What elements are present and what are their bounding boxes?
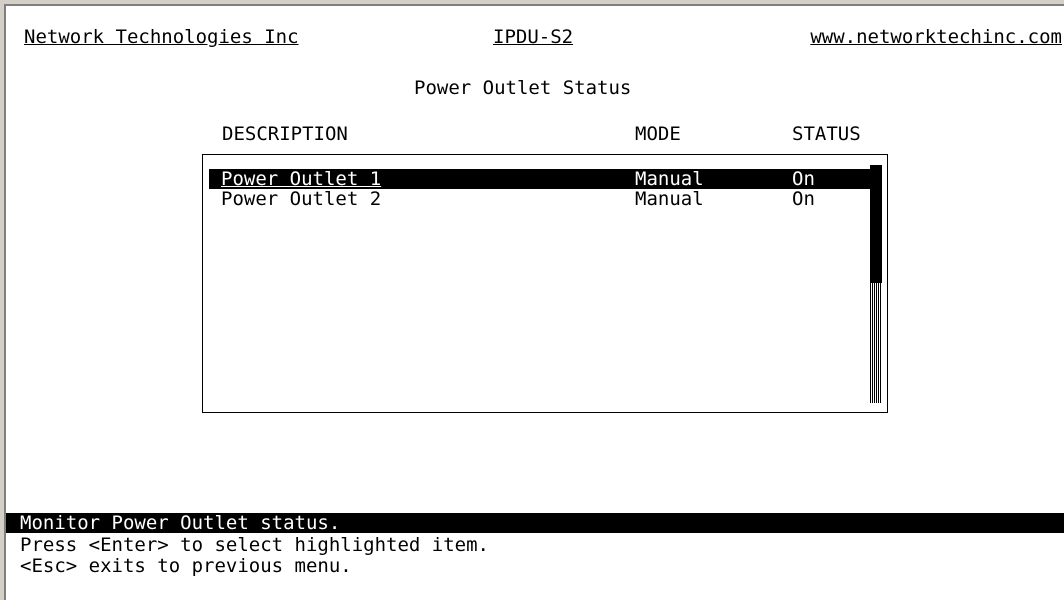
website-link: www.networktechinc.com [810, 26, 1062, 48]
scrollbar-thumb[interactable] [870, 165, 882, 283]
outlet-description: Power Outlet 1 [221, 168, 382, 190]
company-name: Network Technologies Inc [24, 26, 299, 48]
page-title: Power Outlet Status [414, 77, 632, 99]
outlet-status: On [792, 188, 815, 210]
help-enter-text: Press <Enter> to select highlighted item… [20, 534, 489, 556]
outlet-mode: Manual [635, 168, 704, 190]
terminal-screen: Network Technologies Inc IPDU-S2 www.net… [6, 6, 1064, 600]
outlet-list[interactable]: Power Outlet 1 Manual On Power Outlet 2 … [202, 154, 888, 413]
outlet-mode: Manual [635, 188, 704, 210]
terminal-window: Network Technologies Inc IPDU-S2 www.net… [4, 4, 1064, 600]
status-message: Monitor Power Outlet status. [20, 512, 341, 534]
column-header-mode: MODE [635, 123, 681, 145]
help-esc-text: <Esc> exits to previous menu. [20, 555, 352, 577]
status-bar: Monitor Power Outlet status. [6, 513, 1064, 533]
column-header-status: STATUS [792, 123, 861, 145]
outlet-row-1[interactable]: Power Outlet 1 Manual On [209, 169, 876, 189]
column-header-description: DESCRIPTION [222, 123, 348, 145]
product-name: IPDU-S2 [493, 26, 574, 48]
outlet-description: Power Outlet 2 [221, 188, 382, 210]
outlet-row-2[interactable]: Power Outlet 2 Manual On [209, 189, 876, 209]
outlet-status: On [792, 168, 815, 190]
